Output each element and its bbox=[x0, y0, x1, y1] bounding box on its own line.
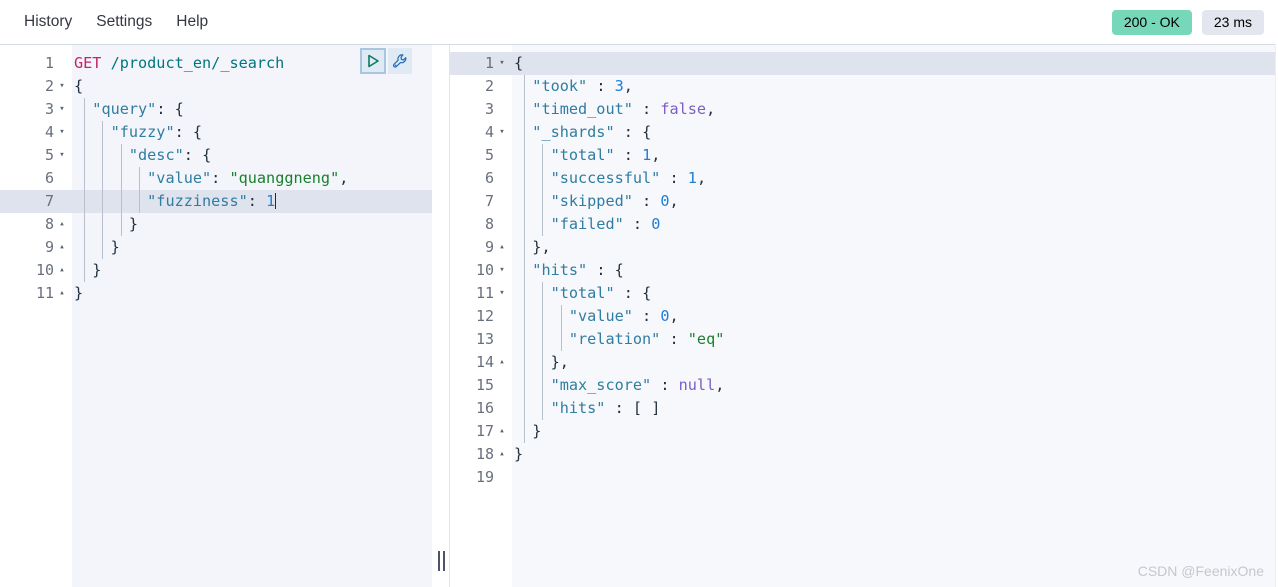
gutter-line-1[interactable]: 1 ▾ bbox=[450, 52, 512, 75]
drag-bar-2 bbox=[442, 551, 445, 571]
request-pane: 1 2 ▾ 3 ▾ 4 ▾ 5 ▾ 6 7 8 ▴ 9 ▴ 10 ▴ 11 ▴ GET /p bbox=[0, 45, 432, 587]
gutter-line-11[interactable]: 11 ▾ bbox=[450, 282, 512, 305]
pane-divider[interactable] bbox=[432, 45, 450, 587]
menu-item-history[interactable]: History bbox=[14, 9, 82, 35]
gutter-line-6[interactable]: 6 bbox=[0, 167, 72, 190]
code-line-14[interactable]: }, bbox=[512, 351, 1278, 374]
code-line-17[interactable]: } bbox=[512, 420, 1278, 443]
code-line-3[interactable]: "query": { bbox=[72, 98, 432, 121]
gutter-line-16[interactable]: 16 bbox=[450, 397, 512, 420]
fold-toggle-11[interactable]: ▴ bbox=[56, 282, 68, 305]
gutter-line-2[interactable]: 2 ▾ bbox=[0, 75, 72, 98]
code-line-9[interactable]: } bbox=[72, 236, 432, 259]
request-gutter[interactable]: 1 2 ▾ 3 ▾ 4 ▾ 5 ▾ 6 7 8 ▴ 9 ▴ 10 ▴ 11 ▴ bbox=[0, 45, 72, 587]
fold-toggle-2[interactable]: ▾ bbox=[56, 75, 68, 98]
code-line-2[interactable]: { bbox=[72, 75, 432, 98]
gutter-line-4[interactable]: 4 ▾ bbox=[450, 121, 512, 144]
menu-item-help[interactable]: Help bbox=[166, 9, 218, 35]
response-gutter[interactable]: 1 ▾ 2 3 4 ▾ 5 6 7 8 9 ▴ 10 ▾ 11 ▾ 12 13 14 ▴ 15 16 17 ▴ 18 ▴ 19 bbox=[450, 45, 512, 587]
console-app: History Settings Help 200 - OK 23 ms 1 2 ▾… bbox=[0, 0, 1278, 587]
code-line-15[interactable]: "max_score" : null, bbox=[512, 374, 1278, 397]
fold-toggle-1[interactable]: ▾ bbox=[496, 52, 508, 75]
gutter-line-7[interactable]: 7 bbox=[450, 190, 512, 213]
play-triangle-icon[interactable] bbox=[360, 48, 386, 74]
editor-split: 1 2 ▾ 3 ▾ 4 ▾ 5 ▾ 6 7 8 ▴ 9 ▴ 10 ▴ 11 ▴ GET /p bbox=[0, 44, 1278, 587]
fold-toggle-9[interactable]: ▴ bbox=[56, 236, 68, 259]
code-line-8[interactable]: } bbox=[72, 213, 432, 236]
gutter-line-10[interactable]: 10 ▾ bbox=[450, 259, 512, 282]
drag-bar-1 bbox=[437, 551, 440, 571]
gutter-line-18[interactable]: 18 ▴ bbox=[450, 443, 512, 466]
code-line-3[interactable]: "timed_out" : false, bbox=[512, 98, 1278, 121]
fold-toggle-14[interactable]: ▴ bbox=[496, 351, 508, 374]
watermark: CSDN @FeenixOne bbox=[1137, 563, 1264, 579]
gutter-line-19[interactable]: 19 bbox=[450, 466, 512, 489]
request-actions bbox=[360, 48, 412, 74]
response-pane: 1 ▾ 2 3 4 ▾ 5 6 7 8 9 ▴ 10 ▾ 11 ▾ 12 13 14 ▴ 15 16 17 ▴ 18 ▴ 19 { … bbox=[450, 45, 1278, 587]
fold-toggle-10[interactable]: ▴ bbox=[56, 259, 68, 282]
gutter-line-6[interactable]: 6 bbox=[450, 167, 512, 190]
code-line-10[interactable]: } bbox=[72, 259, 432, 282]
wrench-icon[interactable] bbox=[388, 48, 412, 74]
menu-bar: History Settings Help 200 - OK 23 ms bbox=[0, 0, 1278, 44]
code-line-5[interactable]: "total" : 1, bbox=[512, 144, 1278, 167]
code-line-18[interactable]: } bbox=[512, 443, 1278, 466]
fold-toggle-5[interactable]: ▾ bbox=[56, 144, 68, 167]
code-line-12[interactable]: "value" : 0, bbox=[512, 305, 1278, 328]
request-code-area[interactable]: GET /product_en/_search{ "query": { "fuz… bbox=[72, 45, 432, 587]
gutter-line-4[interactable]: 4 ▾ bbox=[0, 121, 72, 144]
gutter-line-3[interactable]: 3 ▾ bbox=[0, 98, 72, 121]
code-line-6[interactable]: "successful" : 1, bbox=[512, 167, 1278, 190]
gutter-line-10[interactable]: 10 ▴ bbox=[0, 259, 72, 282]
fold-toggle-8[interactable]: ▴ bbox=[56, 213, 68, 236]
response-code-area[interactable]: { "took" : 3, "timed_out" : false, "_sha… bbox=[512, 45, 1278, 587]
fold-toggle-18[interactable]: ▴ bbox=[496, 443, 508, 466]
code-line-5[interactable]: "desc": { bbox=[72, 144, 432, 167]
gutter-line-5[interactable]: 5 bbox=[450, 144, 512, 167]
code-line-13[interactable]: "relation" : "eq" bbox=[512, 328, 1278, 351]
gutter-line-1[interactable]: 1 bbox=[0, 52, 72, 75]
fold-toggle-3[interactable]: ▾ bbox=[56, 98, 68, 121]
fold-toggle-9[interactable]: ▴ bbox=[496, 236, 508, 259]
gutter-line-11[interactable]: 11 ▴ bbox=[0, 282, 72, 305]
fold-toggle-10[interactable]: ▾ bbox=[496, 259, 508, 282]
code-line-1[interactable]: { bbox=[512, 52, 1278, 75]
code-line-7[interactable]: "fuzziness": 1 bbox=[72, 190, 432, 213]
code-line-4[interactable]: "_shards" : { bbox=[512, 121, 1278, 144]
status-group: 200 - OK 23 ms bbox=[1111, 0, 1264, 44]
code-line-8[interactable]: "failed" : 0 bbox=[512, 213, 1278, 236]
code-line-6[interactable]: "value": "quanggneng", bbox=[72, 167, 432, 190]
gutter-line-2[interactable]: 2 bbox=[450, 75, 512, 98]
response-time-badge: 23 ms bbox=[1201, 9, 1264, 35]
response-status-badge: 200 - OK bbox=[1111, 9, 1192, 35]
code-line-11[interactable]: "total" : { bbox=[512, 282, 1278, 305]
gutter-line-17[interactable]: 17 ▴ bbox=[450, 420, 512, 443]
fold-toggle-4[interactable]: ▾ bbox=[496, 121, 508, 144]
code-line-10[interactable]: "hits" : { bbox=[512, 259, 1278, 282]
code-line-11[interactable]: } bbox=[72, 282, 432, 305]
gutter-line-15[interactable]: 15 bbox=[450, 374, 512, 397]
fold-toggle-4[interactable]: ▾ bbox=[56, 121, 68, 144]
code-line-16[interactable]: "hits" : [ ] bbox=[512, 397, 1278, 420]
gutter-line-12[interactable]: 12 bbox=[450, 305, 512, 328]
gutter-line-8[interactable]: 8 ▴ bbox=[0, 213, 72, 236]
gutter-line-8[interactable]: 8 bbox=[450, 213, 512, 236]
split-drag-handle[interactable] bbox=[436, 551, 446, 571]
code-line-9[interactable]: }, bbox=[512, 236, 1278, 259]
gutter-line-5[interactable]: 5 ▾ bbox=[0, 144, 72, 167]
fold-toggle-11[interactable]: ▾ bbox=[496, 282, 508, 305]
gutter-line-7[interactable]: 7 bbox=[0, 190, 72, 213]
fold-toggle-17[interactable]: ▴ bbox=[496, 420, 508, 443]
gutter-line-13[interactable]: 13 bbox=[450, 328, 512, 351]
menu-item-settings[interactable]: Settings bbox=[86, 9, 162, 35]
gutter-line-9[interactable]: 9 ▴ bbox=[450, 236, 512, 259]
gutter-line-14[interactable]: 14 ▴ bbox=[450, 351, 512, 374]
code-line-19[interactable] bbox=[512, 466, 1278, 489]
gutter-line-9[interactable]: 9 ▴ bbox=[0, 236, 72, 259]
text-caret bbox=[275, 193, 277, 209]
code-line-2[interactable]: "took" : 3, bbox=[512, 75, 1278, 98]
code-line-4[interactable]: "fuzzy": { bbox=[72, 121, 432, 144]
code-line-7[interactable]: "skipped" : 0, bbox=[512, 190, 1278, 213]
gutter-line-3[interactable]: 3 bbox=[450, 98, 512, 121]
